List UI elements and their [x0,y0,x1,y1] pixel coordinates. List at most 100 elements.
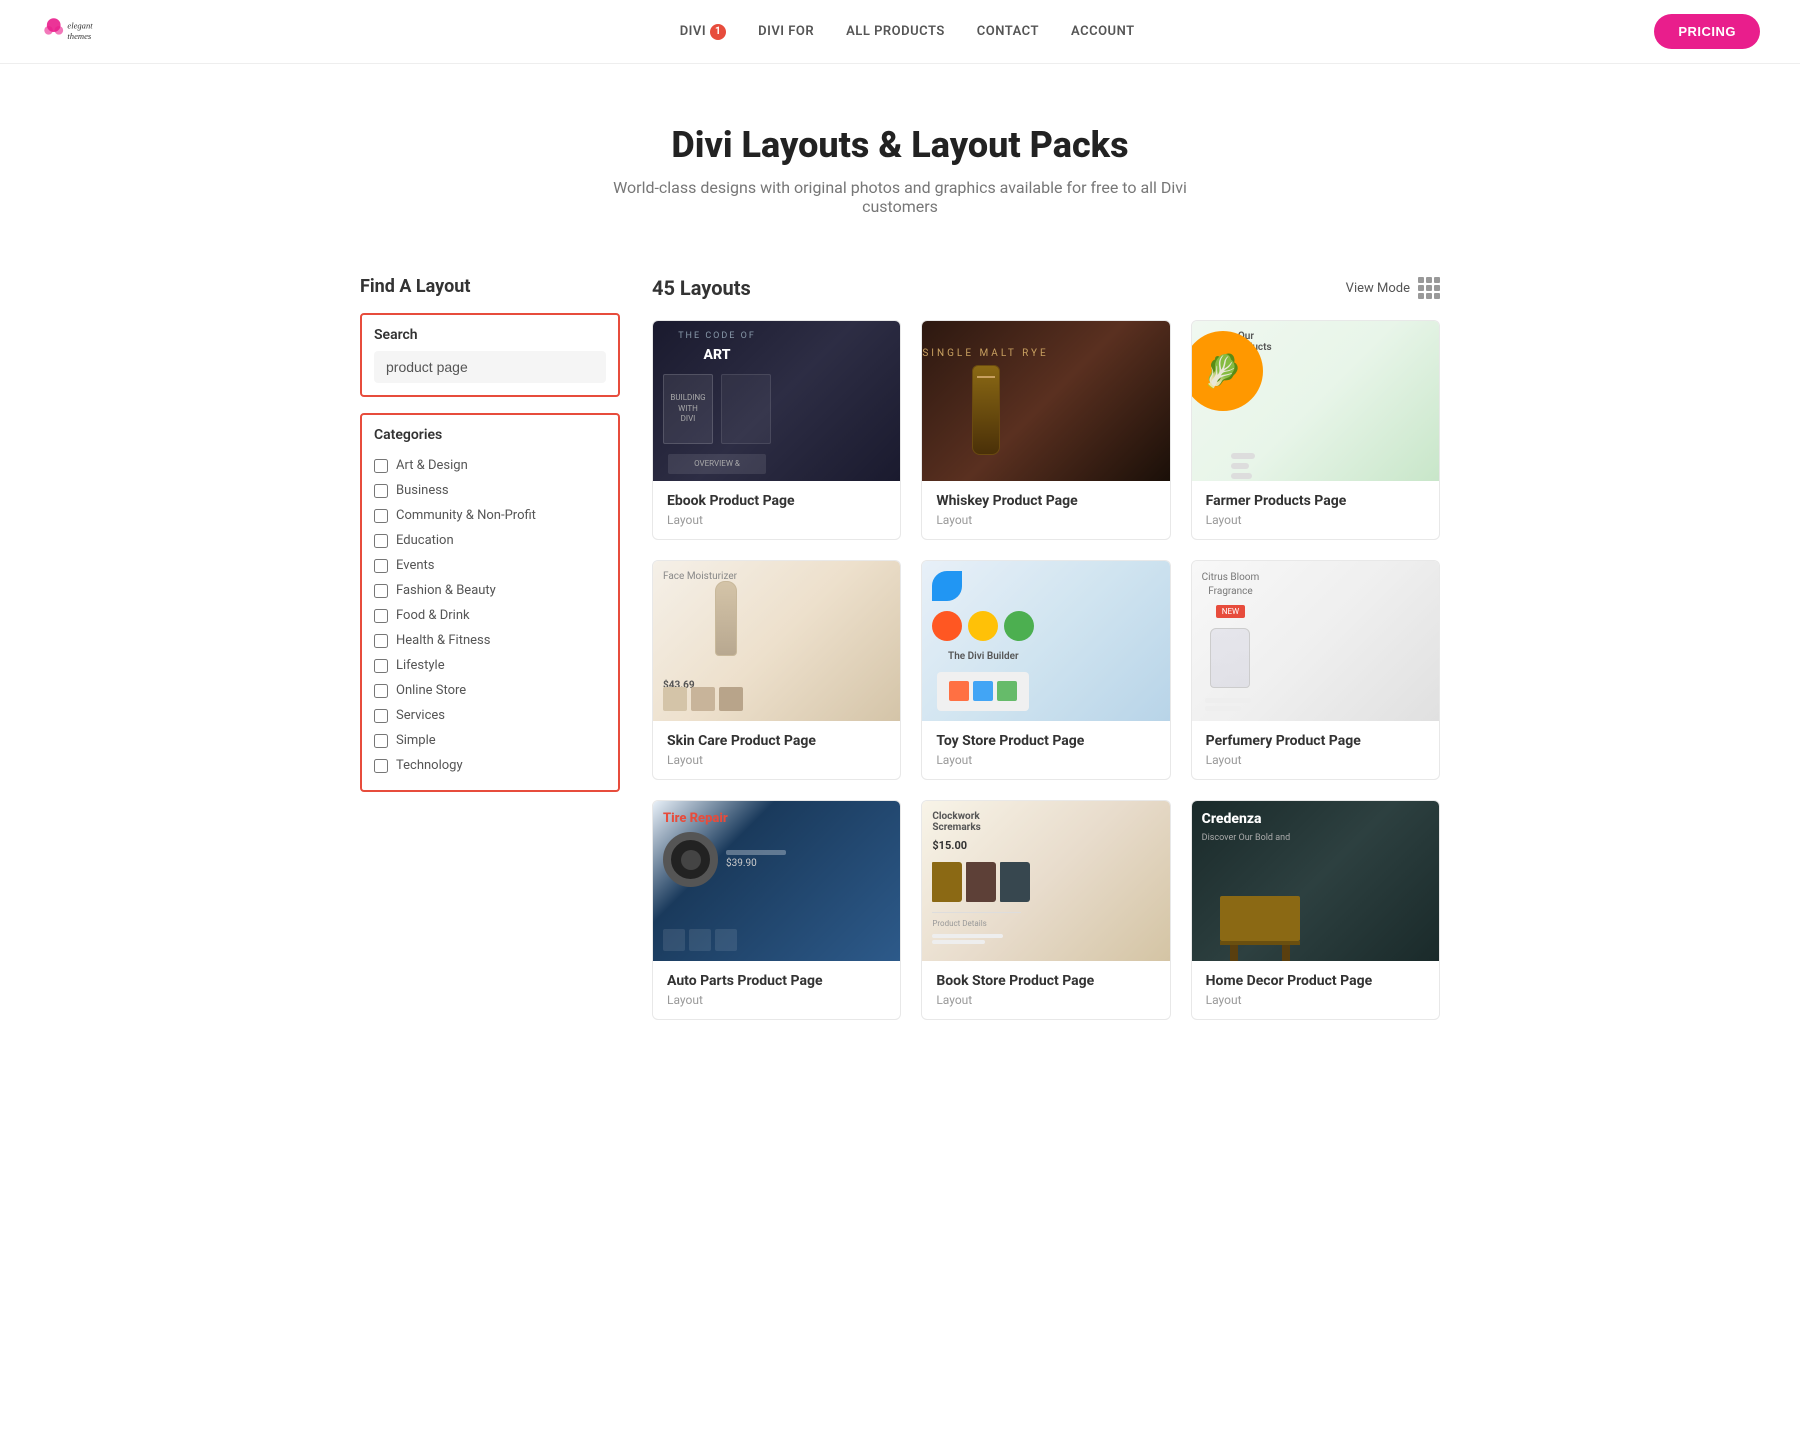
category-item-5[interactable]: Fashion & Beauty [374,578,606,603]
card-type-bookstore: Layout [936,993,1155,1007]
category-label-1: Business [396,483,449,498]
card-perfumery[interactable]: Citrus BloomFragrance NEW Perfumery Prod… [1191,560,1440,780]
hero-section: Divi Layouts & Layout Packs World-class … [0,64,1800,256]
card-name-bookstore: Book Store Product Page [936,973,1155,989]
category-checkbox-6[interactable] [374,609,388,623]
card-info-perfumery: Perfumery Product Page Layout [1192,721,1439,779]
category-label-6: Food & Drink [396,608,470,623]
card-name-whiskey: Whiskey Product Page [936,493,1155,509]
search-input[interactable] [374,351,606,383]
card-thumbnail-ebook: THE CODE OF ART BUILDINGWITHDIVI OVERVIE… [653,321,900,481]
card-thumbnail-skincare: Face Moisturizer $43.69 [653,561,900,721]
sidebar-search-box: Search [360,313,620,397]
card-info-homedecor: Home Decor Product PageLayout [1192,961,1439,1019]
category-item-1[interactable]: Business [374,478,606,503]
category-label-3: Education [396,533,454,548]
category-checkbox-1[interactable] [374,484,388,498]
nav-item-contact[interactable]: CONTACT [977,24,1039,39]
category-checkbox-11[interactable] [374,734,388,748]
content-area: 45 Layouts View Mode THE CODE OF ART BUI… [652,276,1440,1020]
card-info-whiskey: Whiskey Product Page Layout [922,481,1169,539]
card-thumbnail-toystore: The Divi Builder [922,561,1169,721]
card-info-toystore: Toy Store Product PageLayout [922,721,1169,779]
category-checkbox-3[interactable] [374,534,388,548]
card-ebook[interactable]: THE CODE OF ART BUILDINGWITHDIVI OVERVIE… [652,320,901,540]
nav-item-divi-for[interactable]: DIVI FOR [758,24,814,39]
category-item-9[interactable]: Online Store [374,678,606,703]
category-label-2: Community & Non-Profit [396,508,536,523]
card-thumbnail-perfumery: Citrus BloomFragrance NEW [1192,561,1439,721]
category-label-5: Fashion & Beauty [396,583,496,598]
card-skincare[interactable]: Face Moisturizer $43.69 Skin Care Produc… [652,560,901,780]
pricing-button[interactable]: PRICING [1654,14,1760,49]
card-type-ebook: Layout [667,513,886,527]
categories-list: Art & Design Business Community & Non-Prof… [374,453,606,778]
category-label-9: Online Store [396,683,466,698]
category-label-10: Services [396,708,445,723]
category-item-12[interactable]: Technology [374,753,606,778]
categories-box: Categories Art & DesignBusinessCommunity… [360,413,620,792]
card-info-ebook: Ebook Product PageLayout [653,481,900,539]
view-mode-icon [1418,277,1440,299]
category-label-8: Lifestyle [396,658,445,673]
category-label-0: Art & Design [396,458,468,473]
card-type-perfumery: Layout [1206,753,1425,767]
card-name-autoparts: Auto Parts Product Page [667,973,886,989]
category-checkbox-12[interactable] [374,759,388,773]
nav-links: DIVI 1 DIVI FOR ALL PRODUCTS CONTACT ACC… [680,24,1135,40]
card-thumbnail-farmer: Our Products 🥬 [1192,321,1439,481]
hero-title: Divi Layouts & Layout Packs [20,124,1780,166]
card-autoparts[interactable]: Tire Repair $39.90 Auto Parts Product Pa… [652,800,901,1020]
sidebar: Find A Layout Search Categories Art & De… [360,276,620,1020]
card-name-perfumery: Perfumery Product Page [1206,733,1425,749]
card-thumbnail-bookstore: ClockworkScremarks $15.00 Product Detail… [922,801,1169,961]
category-checkbox-2[interactable] [374,509,388,523]
card-type-farmer: Layout [1206,513,1425,527]
category-checkbox-8[interactable] [374,659,388,673]
view-mode[interactable]: View Mode [1346,277,1440,299]
logo[interactable]: elegant themes [40,14,160,50]
category-item-7[interactable]: Health & Fitness [374,628,606,653]
card-name-homedecor: Home Decor Product Page [1206,973,1425,989]
search-label: Search [374,327,606,343]
category-item-8[interactable]: Lifestyle [374,653,606,678]
card-farmer[interactable]: Our Products 🥬 Farmer Products PageLayou… [1191,320,1440,540]
category-checkbox-10[interactable] [374,709,388,723]
category-item-6[interactable]: Food & Drink [374,603,606,628]
svg-text:elegant: elegant [67,20,93,30]
nav-item-account[interactable]: ACCOUNT [1071,24,1135,39]
layouts-grid: THE CODE OF ART BUILDINGWITHDIVI OVERVIE… [652,320,1440,1020]
category-checkbox-9[interactable] [374,684,388,698]
category-checkbox-7[interactable] [374,634,388,648]
card-thumbnail-autoparts: Tire Repair $39.90 [653,801,900,961]
card-name-skincare: Skin Care Product Page [667,733,886,749]
card-bookstore[interactable]: ClockworkScremarks $15.00 Product Detail… [921,800,1170,1020]
card-thumbnail-homedecor: Credenza Discover Our Bold and [1192,801,1439,961]
category-item-2[interactable]: Community & Non-Profit [374,503,606,528]
category-item-10[interactable]: Services [374,703,606,728]
navbar: elegant themes DIVI 1 DIVI FOR ALL PRODU… [0,0,1800,64]
card-homedecor[interactable]: Credenza Discover Our Bold and Home Deco… [1191,800,1440,1020]
category-label-11: Simple [396,733,436,748]
category-item-4[interactable]: Events [374,553,606,578]
category-item-3[interactable]: Education [374,528,606,553]
svg-text:themes: themes [67,30,91,40]
card-type-whiskey: Layout [936,513,1155,527]
category-item-11[interactable]: Simple [374,728,606,753]
nav-item-divi[interactable]: DIVI 1 [680,24,726,40]
hero-subtitle: World-class designs with original photos… [600,178,1200,216]
category-checkbox-4[interactable] [374,559,388,573]
card-toystore[interactable]: The Divi Builder Toy Store Product PageL… [921,560,1170,780]
category-checkbox-0[interactable] [374,459,388,473]
card-type-skincare: Layout [667,753,886,767]
card-whiskey[interactable]: SINGLE MALT RYE Whiskey Product Page Layo… [921,320,1170,540]
category-item-0[interactable]: Art & Design [374,453,606,478]
card-info-autoparts: Auto Parts Product Page Layout [653,961,900,1019]
category-checkbox-5[interactable] [374,584,388,598]
card-info-bookstore: Book Store Product Page Layout [922,961,1169,1019]
nav-item-all-products[interactable]: ALL PRODUCTS [846,24,945,39]
main-layout: Find A Layout Search Categories Art & De… [300,256,1500,1080]
card-thumbnail-whiskey: SINGLE MALT RYE [922,321,1169,481]
card-info-farmer: Farmer Products PageLayout [1192,481,1439,539]
card-type-autoparts: Layout [667,993,886,1007]
